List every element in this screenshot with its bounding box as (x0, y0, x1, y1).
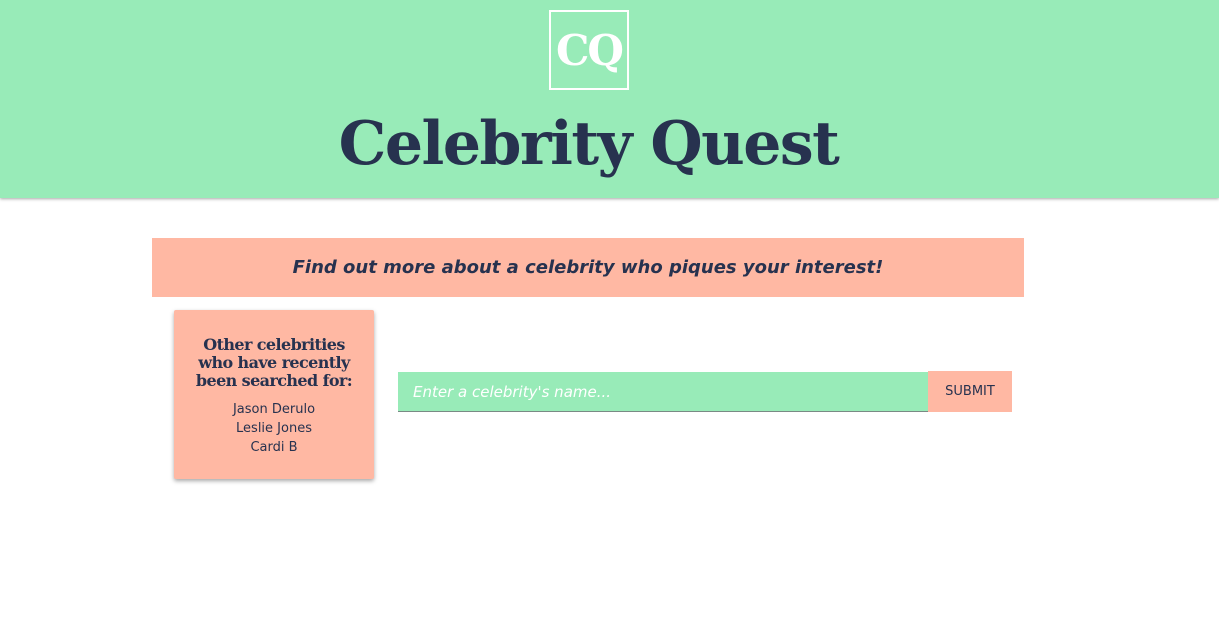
recent-searches-card: Other celebrities who have recently been… (174, 310, 374, 479)
intro-banner: Find out more about a celebrity who piqu… (152, 238, 1024, 297)
submit-button[interactable]: SUBMIT (928, 371, 1012, 412)
recent-search-item[interactable]: Jason Derulo (174, 400, 374, 419)
site-title: Celebrity Quest (338, 109, 840, 179)
celebrity-search-input[interactable] (398, 372, 928, 412)
site-header: CQ Celebrity Quest (0, 0, 1219, 198)
recent-searches-list: Jason Derulo Leslie Jones Cardi B (174, 400, 374, 457)
banner-text: Find out more about a celebrity who piqu… (292, 257, 884, 278)
cq-logo[interactable]: CQ (549, 10, 629, 90)
recent-searches-heading: Other celebrities who have recently been… (195, 335, 353, 390)
recent-search-item[interactable]: Leslie Jones (174, 419, 374, 438)
recent-search-item[interactable]: Cardi B (174, 438, 374, 457)
